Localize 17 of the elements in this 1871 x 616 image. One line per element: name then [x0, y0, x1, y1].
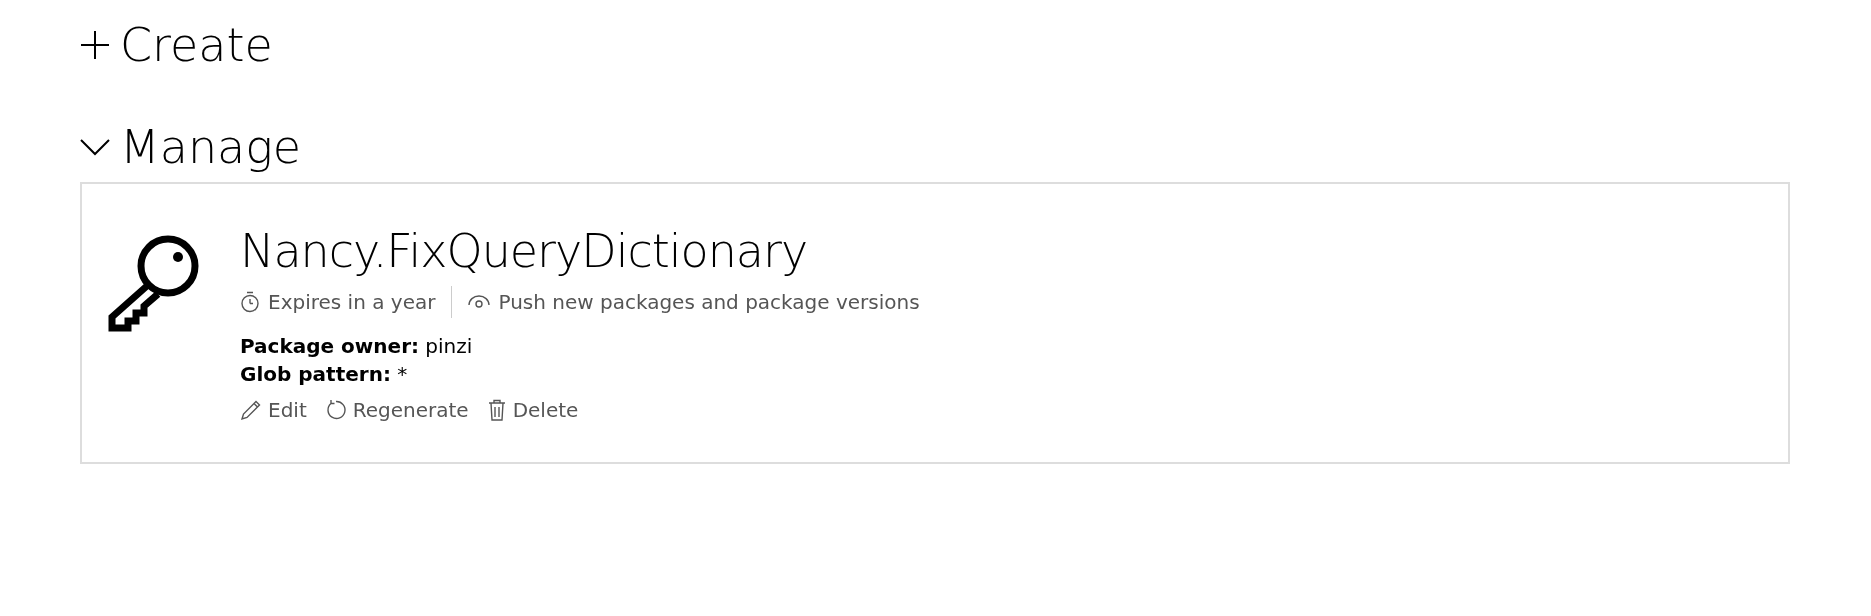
detail-line: Glob pattern: * — [240, 362, 409, 386]
api-key-name: Nancy.FixQueryDictionary — [240, 224, 809, 278]
expiry-text: Expires in a year — [268, 290, 436, 314]
action-link[interactable]: Edit — [240, 398, 307, 422]
detail-line: Package owner: pinzi — [240, 334, 474, 358]
timer-icon — [240, 291, 260, 313]
section-toggle[interactable]: Manage — [80, 120, 302, 174]
refresh-icon — [324, 399, 347, 421]
pencil-icon — [240, 399, 262, 421]
action-link[interactable]: Regenerate — [324, 398, 469, 422]
section-toggle[interactable]: Create — [80, 18, 273, 72]
action-link[interactable]: Delete — [486, 398, 579, 422]
plus-icon — [80, 30, 110, 60]
scope-text: Push new packages and package versions — [498, 290, 920, 314]
trash-icon — [486, 399, 507, 421]
eye-icon — [468, 294, 491, 310]
chevron-down-icon — [80, 138, 110, 156]
